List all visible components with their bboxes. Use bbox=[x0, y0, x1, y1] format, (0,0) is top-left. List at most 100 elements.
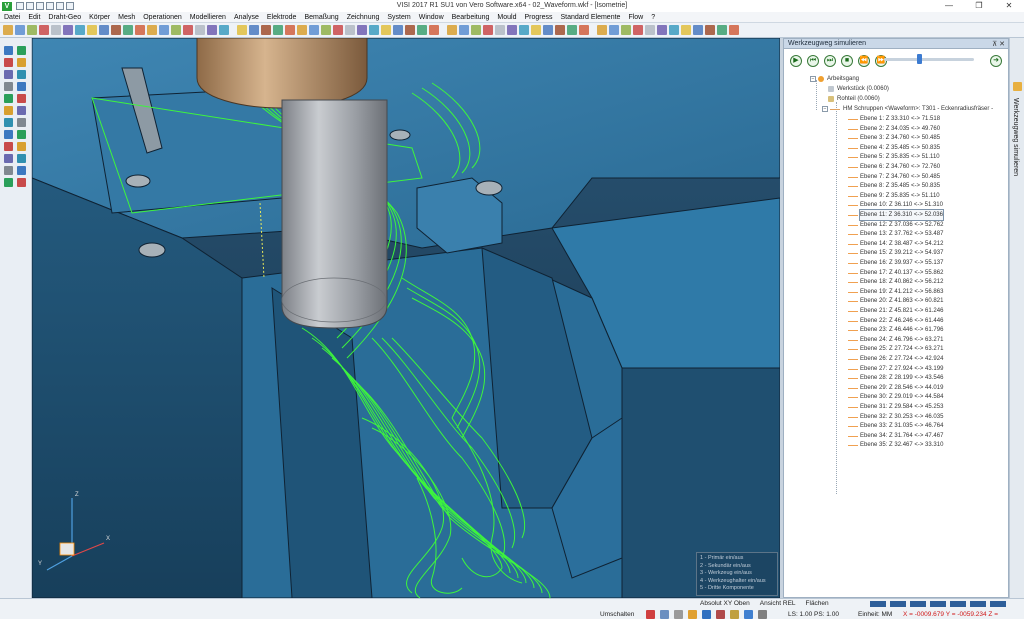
status-icon-2[interactable] bbox=[660, 610, 669, 619]
left-tool-icon[interactable] bbox=[17, 106, 26, 115]
toolbar-tool-icon[interactable] bbox=[579, 25, 589, 35]
toolbar-tool-icon[interactable] bbox=[471, 25, 481, 35]
tree-node-werkstueck[interactable]: Werkstück (0.0060) bbox=[828, 84, 889, 94]
step-back-button[interactable]: ⏮ bbox=[807, 54, 819, 67]
stop-button[interactable]: ■ bbox=[841, 54, 853, 67]
ebene-item[interactable]: Ebene 22: Z 46.246 <-> 61.446 bbox=[860, 316, 943, 326]
toolbar-tool-icon[interactable] bbox=[309, 25, 319, 35]
panel-pin-close[interactable]: ⊼ ✕ bbox=[992, 40, 1008, 48]
ebene-item[interactable]: Ebene 33: Z 31.035 <-> 46.764 bbox=[860, 421, 943, 431]
left-tool-icon[interactable] bbox=[17, 46, 26, 55]
toolbar-tool-icon[interactable] bbox=[171, 25, 181, 35]
toolbar-tool-icon[interactable] bbox=[285, 25, 295, 35]
menu-system[interactable]: System bbox=[383, 12, 414, 23]
menu-operationen[interactable]: Operationen bbox=[139, 12, 186, 23]
ebene-item[interactable]: Ebene 8: Z 35.485 <-> 50.835 bbox=[860, 181, 940, 191]
toolbar-tool-icon[interactable] bbox=[135, 25, 145, 35]
left-tool-icon[interactable] bbox=[4, 94, 13, 103]
close-button[interactable]: ✕ bbox=[994, 0, 1024, 12]
toolbar-tool-icon[interactable] bbox=[249, 25, 259, 35]
toolbar-tool-icon[interactable] bbox=[621, 25, 631, 35]
toolbar-tool-icon[interactable] bbox=[195, 25, 205, 35]
left-tool-icon[interactable] bbox=[4, 70, 13, 79]
play-button[interactable]: ▶ bbox=[790, 54, 802, 67]
left-tool-icon[interactable] bbox=[4, 118, 13, 127]
ebene-item[interactable]: Ebene 16: Z 39.937 <-> 55.137 bbox=[860, 258, 943, 268]
ebene-item[interactable]: Ebene 23: Z 46.446 <-> 61.796 bbox=[860, 325, 943, 335]
view-button-4[interactable] bbox=[930, 601, 946, 607]
left-tool-icon[interactable] bbox=[17, 82, 26, 91]
left-tool-icon[interactable] bbox=[4, 154, 13, 163]
toolbar-tool-icon[interactable] bbox=[693, 25, 703, 35]
left-tool-icon[interactable] bbox=[17, 70, 26, 79]
ebene-item[interactable]: Ebene 20: Z 41.863 <-> 60.821 bbox=[860, 296, 943, 306]
render-mode-status[interactable]: Flächen bbox=[806, 599, 829, 609]
menu-datei[interactable]: Datei bbox=[0, 12, 24, 23]
menu-standard-elemente[interactable]: Standard Elemente bbox=[557, 12, 625, 23]
ebene-item[interactable]: Ebene 28: Z 28.199 <-> 43.546 bbox=[860, 373, 943, 383]
minimize-button[interactable]: — bbox=[934, 0, 964, 12]
toolbar-tool-icon[interactable] bbox=[75, 25, 85, 35]
view-button-2[interactable] bbox=[890, 601, 906, 607]
left-tool-icon[interactable] bbox=[17, 130, 26, 139]
collapse-icon[interactable]: − bbox=[810, 76, 816, 82]
toolbar-tool-icon[interactable] bbox=[459, 25, 469, 35]
ebene-item[interactable]: Ebene 2: Z 34.035 <-> 49.760 bbox=[860, 124, 940, 134]
left-tool-icon[interactable] bbox=[17, 178, 26, 187]
ebene-item[interactable]: Ebene 13: Z 37.762 <-> 53.487 bbox=[860, 229, 943, 239]
view-button-1[interactable] bbox=[870, 601, 886, 607]
menu-mould[interactable]: Mould bbox=[493, 12, 520, 23]
menu-koerper[interactable]: Körper bbox=[85, 12, 114, 23]
status-icon-3[interactable] bbox=[674, 610, 683, 619]
toolbar-tool-icon[interactable] bbox=[273, 25, 283, 35]
rewind-button[interactable]: ⏪ bbox=[858, 54, 870, 67]
toolbar-tool-icon[interactable] bbox=[393, 25, 403, 35]
ebene-item[interactable]: Ebene 19: Z 41.212 <-> 56.863 bbox=[860, 287, 943, 297]
speed-slider[interactable] bbox=[884, 58, 974, 61]
toolbar-tool-icon[interactable] bbox=[207, 25, 217, 35]
toolbar-tool-icon[interactable] bbox=[669, 25, 679, 35]
ebene-item[interactable]: Ebene 1: Z 33.310 <-> 71.518 bbox=[860, 114, 940, 124]
menu-draht-geo[interactable]: Draht-Geo bbox=[44, 12, 85, 23]
left-tool-icon[interactable] bbox=[17, 118, 26, 127]
ebene-item[interactable]: Ebene 3: Z 34.760 <-> 50.485 bbox=[860, 133, 940, 143]
toolbar-tool-icon[interactable] bbox=[99, 25, 109, 35]
toolbar-tool-icon[interactable] bbox=[15, 25, 25, 35]
ebene-item[interactable]: Ebene 5: Z 35.835 <-> 51.110 bbox=[860, 152, 940, 162]
status-icon-7[interactable] bbox=[730, 610, 739, 619]
tree-node-operation[interactable]: − HM Schruppen <Waveform>: T301 - Eckenr… bbox=[822, 104, 993, 114]
toolbar-tool-icon[interactable] bbox=[51, 25, 61, 35]
simulation-tab-icon[interactable] bbox=[1013, 82, 1022, 91]
go-button[interactable]: ➜ bbox=[990, 55, 1002, 67]
toolbar-tool-icon[interactable] bbox=[159, 25, 169, 35]
menu-elektrode[interactable]: Elektrode bbox=[263, 12, 301, 23]
toolbar-tool-icon[interactable] bbox=[39, 25, 49, 35]
left-tool-icon[interactable] bbox=[17, 166, 26, 175]
ebene-item[interactable]: Ebene 11: Z 36.310 <-> 52.036 bbox=[859, 209, 944, 221]
toolbar-tool-icon[interactable] bbox=[237, 25, 247, 35]
toolbar-tool-icon[interactable] bbox=[507, 25, 517, 35]
ebene-item[interactable]: Ebene 4: Z 35.485 <-> 50.835 bbox=[860, 143, 940, 153]
toolbar-tool-icon[interactable] bbox=[3, 25, 13, 35]
toolbar-tool-icon[interactable] bbox=[483, 25, 493, 35]
toolbar-tool-icon[interactable] bbox=[717, 25, 727, 35]
view-button-7[interactable] bbox=[990, 601, 1006, 607]
3d-viewport[interactable]: Z Y X bbox=[32, 38, 780, 598]
ebene-item[interactable]: Ebene 9: Z 35.835 <-> 51.110 bbox=[860, 191, 940, 201]
toolbar-tool-icon[interactable] bbox=[357, 25, 367, 35]
toolbar-tool-icon[interactable] bbox=[495, 25, 505, 35]
menu-bearbeitung[interactable]: Bearbeitung bbox=[448, 12, 494, 23]
ebene-item[interactable]: Ebene 34: Z 31.764 <-> 47.467 bbox=[860, 431, 943, 441]
umschalten-label[interactable]: Umschalten bbox=[600, 609, 634, 619]
toolbar-tool-icon[interactable] bbox=[27, 25, 37, 35]
status-icon-4[interactable] bbox=[688, 610, 697, 619]
menu-zeichnung[interactable]: Zeichnung bbox=[343, 12, 384, 23]
left-tool-icon[interactable] bbox=[4, 58, 13, 67]
toolbar-tool-icon[interactable] bbox=[405, 25, 415, 35]
ebene-item[interactable]: Ebene 6: Z 34.760 <-> 72.760 bbox=[860, 162, 940, 172]
ebene-item[interactable]: Ebene 27: Z 27.924 <-> 43.199 bbox=[860, 364, 943, 374]
toolbar-tool-icon[interactable] bbox=[519, 25, 529, 35]
toolbar-tool-icon[interactable] bbox=[729, 25, 739, 35]
toolbar-tool-icon[interactable] bbox=[567, 25, 577, 35]
view-mode-status[interactable]: Absolut XY Oben bbox=[700, 599, 750, 609]
